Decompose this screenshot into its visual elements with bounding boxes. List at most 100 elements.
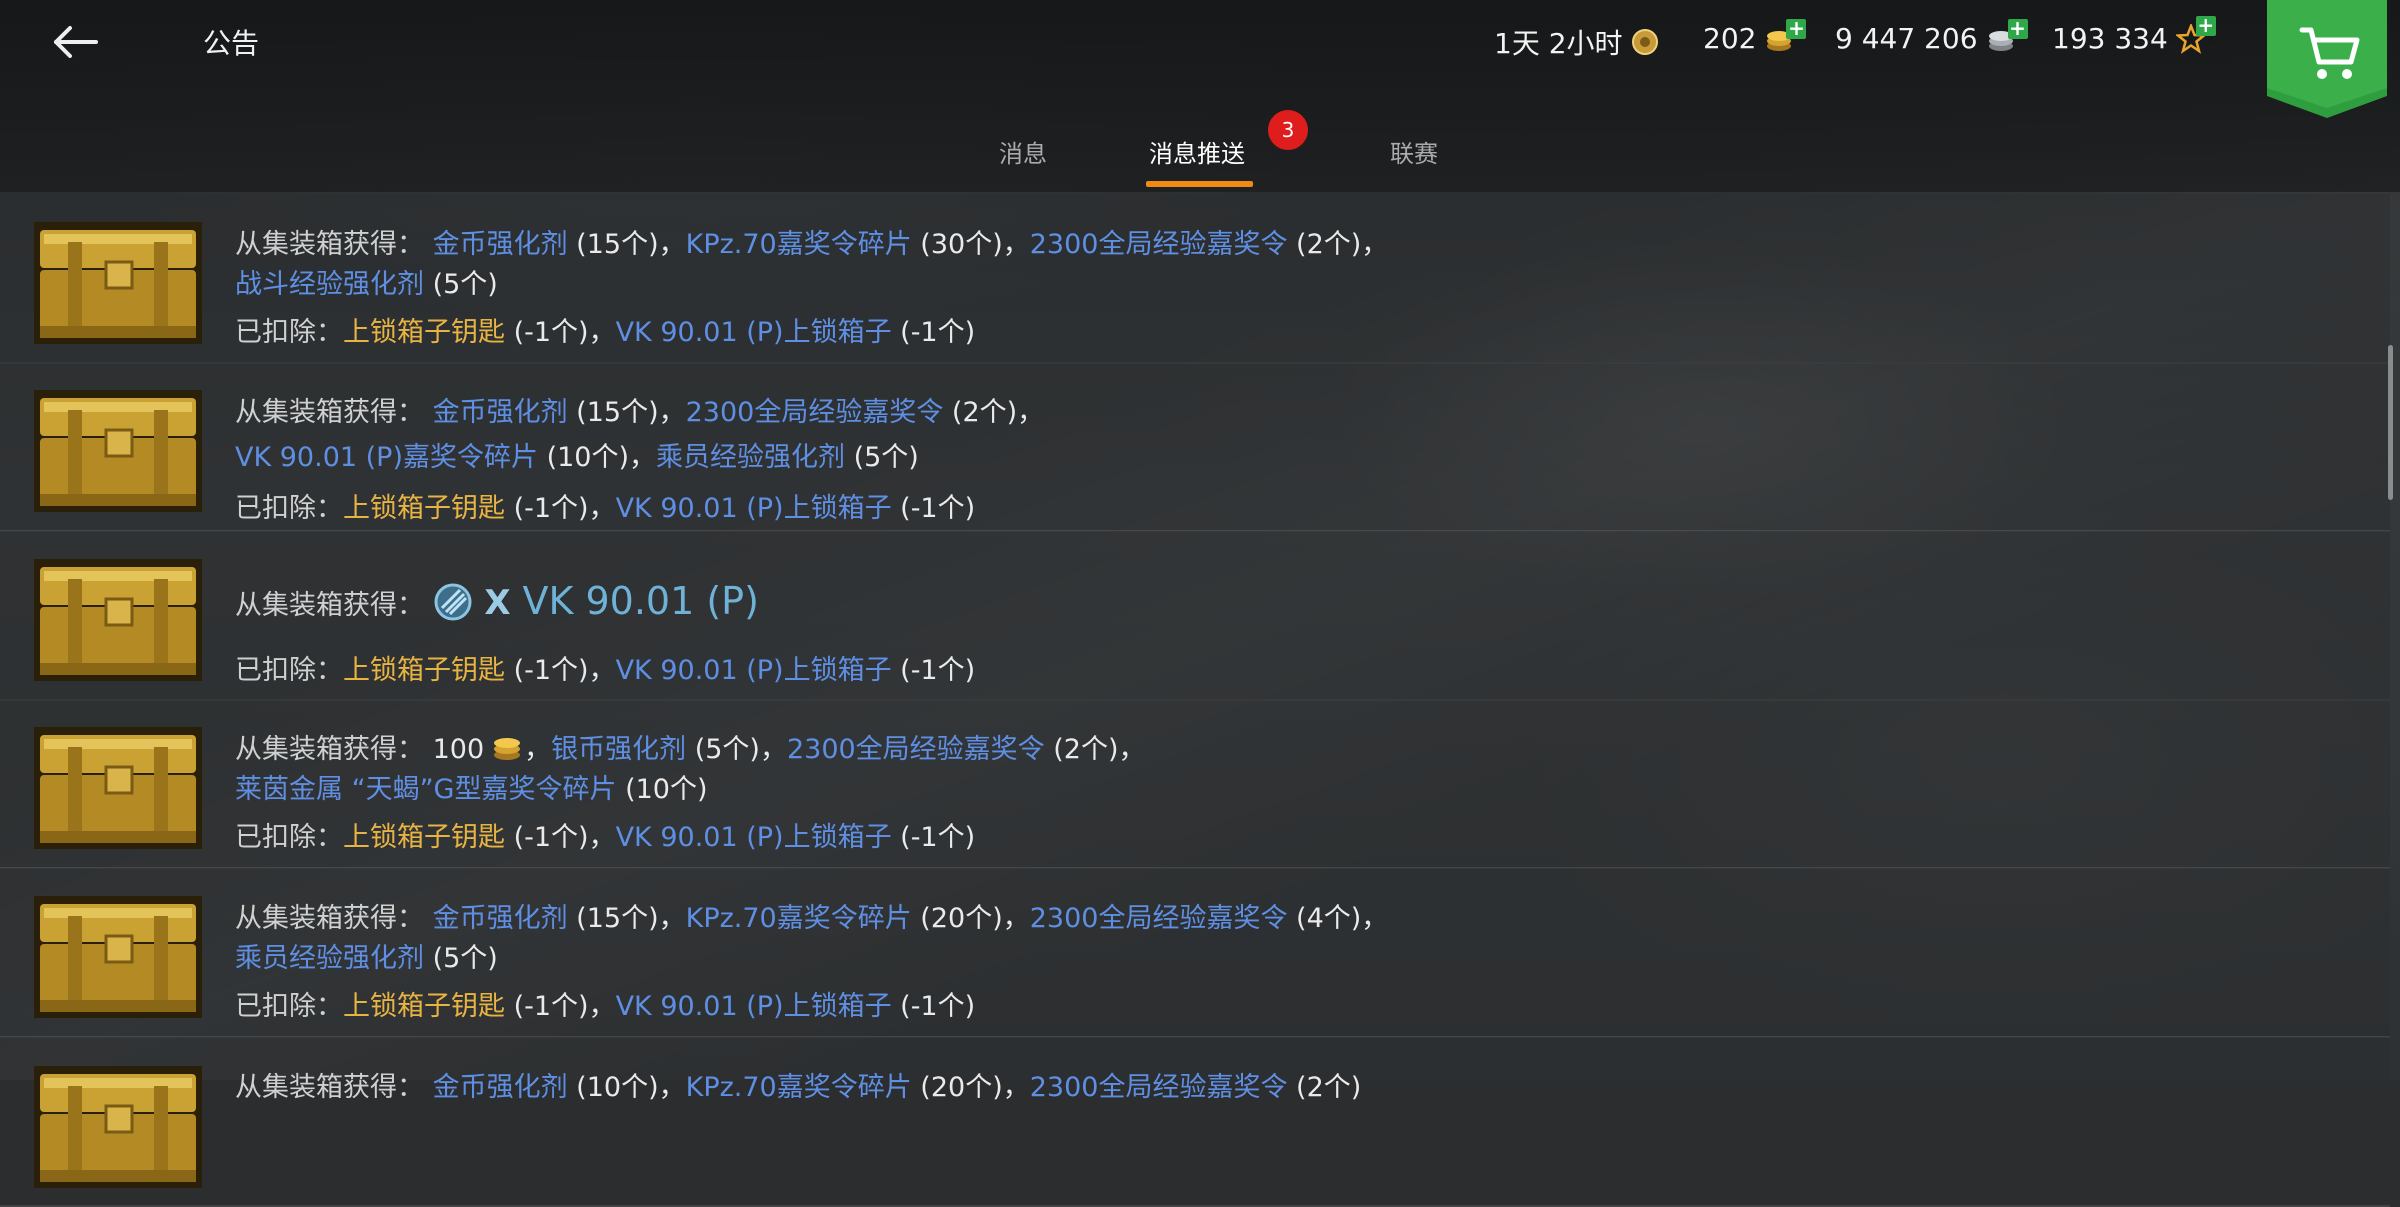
reward-text: (5个) xyxy=(845,442,919,473)
reward-item-link[interactable]: KPz.70嘉奖令碎片 xyxy=(686,229,912,260)
deducted-qty: (-1个) xyxy=(891,822,976,853)
separator: ， xyxy=(588,822,616,853)
star-icon: + xyxy=(2174,15,2216,54)
reward-item-link[interactable]: 2300全局经验嘉奖令 xyxy=(686,397,944,428)
locked-box-link[interactable]: VK 90.01 (P)上锁箱子 xyxy=(616,317,892,348)
container-chest-icon xyxy=(34,727,202,849)
tank-name-link[interactable]: VK 90.01 (P) xyxy=(522,579,758,623)
reward-item-link[interactable]: 金币强化剂 xyxy=(433,1072,568,1103)
key-item-link[interactable]: 上锁箱子钥匙 xyxy=(343,317,505,348)
deducted-qty: (-1个) xyxy=(505,655,589,686)
reward-text: (10个) xyxy=(567,1072,659,1103)
reward-item-link[interactable]: 2300全局经验嘉奖令 xyxy=(1030,903,1288,934)
received-label: 从集装箱获得： xyxy=(235,397,433,428)
reward-item-link[interactable]: 战斗经验强化剂 xyxy=(235,269,424,300)
separator: ， xyxy=(588,493,616,524)
message-row[interactable]: 从集装箱获得： 金币强化剂 (15个)，KPz.70嘉奖令碎片 (30个)，23… xyxy=(0,194,2390,364)
reward-text: ， xyxy=(1118,734,1146,765)
tab-push-messages[interactable]: 消息推送 xyxy=(1149,134,1245,169)
reward-text: ， xyxy=(759,734,787,765)
reward-item-link[interactable]: 金币强化剂 xyxy=(433,229,568,260)
key-item-link[interactable]: 上锁箱子钥匙 xyxy=(343,991,505,1022)
add-free-xp-icon[interactable]: + xyxy=(2195,15,2216,36)
reward-text: (5个) xyxy=(424,943,498,974)
tab-league[interactable]: 联赛 xyxy=(1390,134,1438,169)
received-line-continued: 战斗经验强化剂 (5个) xyxy=(235,262,498,301)
container-chest-icon xyxy=(34,1066,202,1188)
reward-text: (15个) xyxy=(567,903,659,934)
locked-box-link[interactable]: VK 90.01 (P)上锁箱子 xyxy=(616,822,892,853)
container-chest-icon xyxy=(34,222,202,344)
premium-laurel-icon xyxy=(1631,29,1658,55)
reward-text: ， xyxy=(1361,903,1389,934)
reward-item-link[interactable]: 2300全局经验嘉奖令 xyxy=(787,734,1045,765)
locked-box-link[interactable]: VK 90.01 (P)上锁箱子 xyxy=(616,493,892,524)
deducted-line: 已扣除：上锁箱子钥匙 (-1个)，VK 90.01 (P)上锁箱子 (-1个) xyxy=(235,310,975,349)
message-row[interactable]: 从集装箱获得： 金币强化剂 (10个)，KPz.70嘉奖令碎片 (20个)，23… xyxy=(0,1037,2390,1207)
reward-text: (5个) xyxy=(424,269,498,300)
reward-item-link[interactable]: 金币强化剂 xyxy=(433,397,568,428)
locked-box-link[interactable]: VK 90.01 (P)上锁箱子 xyxy=(616,991,892,1022)
deducted-line: 已扣除：上锁箱子钥匙 (-1个)，VK 90.01 (P)上锁箱子 (-1个) xyxy=(235,648,975,687)
received-line: 从集装箱获得： 100 ，银币强化剂 (5个)，2300全局经验嘉奖令 (2个)， xyxy=(235,727,1146,766)
container-chest-icon xyxy=(34,896,202,1018)
key-item-link[interactable]: 上锁箱子钥匙 xyxy=(343,655,505,686)
notification-badge: 3 xyxy=(1268,110,1308,150)
reward-text: (30个) xyxy=(911,229,1003,260)
locked-box-link[interactable]: VK 90.01 (P)上锁箱子 xyxy=(616,655,892,686)
received-label: 从集装箱获得： xyxy=(235,903,433,934)
reward-text: ， xyxy=(629,442,657,473)
reward-text: ， xyxy=(1002,903,1030,934)
reward-item-link[interactable]: 乘员经验强化剂 xyxy=(656,442,845,473)
gold-coin-icon xyxy=(484,734,524,765)
reward-text: ， xyxy=(1017,397,1045,428)
separator: ， xyxy=(588,655,616,686)
reward-text: (5个) xyxy=(686,734,760,765)
credits-value: 9 447 206 xyxy=(1835,22,1978,55)
reward-item-link[interactable]: 金币强化剂 xyxy=(433,903,568,934)
premium-timer[interactable]: 1天 2小时 xyxy=(1494,22,1659,62)
arrow-left-icon xyxy=(54,26,98,58)
reward-item-link[interactable]: 2300全局经验嘉奖令 xyxy=(1030,1072,1288,1103)
reward-item-link[interactable]: 2300全局经验嘉奖令 xyxy=(1030,229,1288,260)
deducted-qty: (-1个) xyxy=(891,655,976,686)
reward-text: (4个) xyxy=(1287,903,1362,934)
shop-cart-button[interactable] xyxy=(2267,0,2387,118)
credits-balance[interactable]: 9 447 206 + xyxy=(1835,18,2028,55)
deducted-qty: (-1个) xyxy=(891,493,976,524)
add-credits-icon[interactable]: + xyxy=(2007,18,2028,39)
reward-item-link[interactable]: 银币强化剂 xyxy=(551,734,686,765)
tab-messages[interactable]: 消息 xyxy=(999,134,1047,169)
separator: ， xyxy=(588,991,616,1022)
add-gold-icon[interactable]: + xyxy=(1786,18,1807,39)
reward-item-link[interactable]: 乘员经验强化剂 xyxy=(235,943,424,974)
message-row[interactable]: 从集装箱获得： X VK 90.01 (P) 已扣除：上锁箱子钥匙 (-1个)，V… xyxy=(0,531,2390,701)
reward-item-link[interactable]: VK 90.01 (P)嘉奖令碎片 xyxy=(235,442,538,473)
gold-coin-icon: + xyxy=(1764,18,1807,51)
reward-item-link[interactable]: 莱茵金属 “天蝎”G型嘉奖令碎片 xyxy=(235,774,616,805)
reward-item-link[interactable]: KPz.70嘉奖令碎片 xyxy=(686,903,912,934)
message-row[interactable]: 从集装箱获得： 金币强化剂 (15个)，2300全局经验嘉奖令 (2个)， VK … xyxy=(0,362,2390,532)
separator: ， xyxy=(588,317,616,348)
reward-item-link[interactable]: KPz.70嘉奖令碎片 xyxy=(686,1072,912,1103)
message-row[interactable]: 从集装箱获得： 100 ，银币强化剂 (5个)，2300全局经验嘉奖令 (2个)，… xyxy=(0,699,2390,869)
key-item-link[interactable]: 上锁箱子钥匙 xyxy=(343,493,505,524)
free-xp-balance[interactable]: 193 334 + xyxy=(2052,15,2216,55)
deducted-qty: (-1个) xyxy=(505,493,589,524)
reward-text: ， xyxy=(658,397,686,428)
received-line: 从集装箱获得： 金币强化剂 (15个)，2300全局经验嘉奖令 (2个)， xyxy=(235,390,1044,429)
message-row[interactable]: 从集装箱获得： 金币强化剂 (15个)，KPz.70嘉奖令碎片 (20个)，23… xyxy=(0,868,2390,1038)
back-button[interactable] xyxy=(50,18,110,66)
received-label: 从集装箱获得： xyxy=(235,229,433,260)
deducted-qty: (-1个) xyxy=(505,991,589,1022)
reward-text: (10个) xyxy=(616,774,708,805)
reward-text: (10个) xyxy=(538,442,630,473)
gold-balance[interactable]: 202 + xyxy=(1703,18,1807,55)
scrollbar[interactable] xyxy=(2388,345,2393,500)
key-item-link[interactable]: 上锁箱子钥匙 xyxy=(343,822,505,853)
reward-text: (2个) xyxy=(1044,734,1119,765)
tank-tier-label: X xyxy=(472,583,523,623)
tank-emblem-icon xyxy=(433,583,473,621)
received-line-continued: 莱茵金属 “天蝎”G型嘉奖令碎片 (10个) xyxy=(235,767,708,806)
reward-text: 100 xyxy=(432,734,485,765)
